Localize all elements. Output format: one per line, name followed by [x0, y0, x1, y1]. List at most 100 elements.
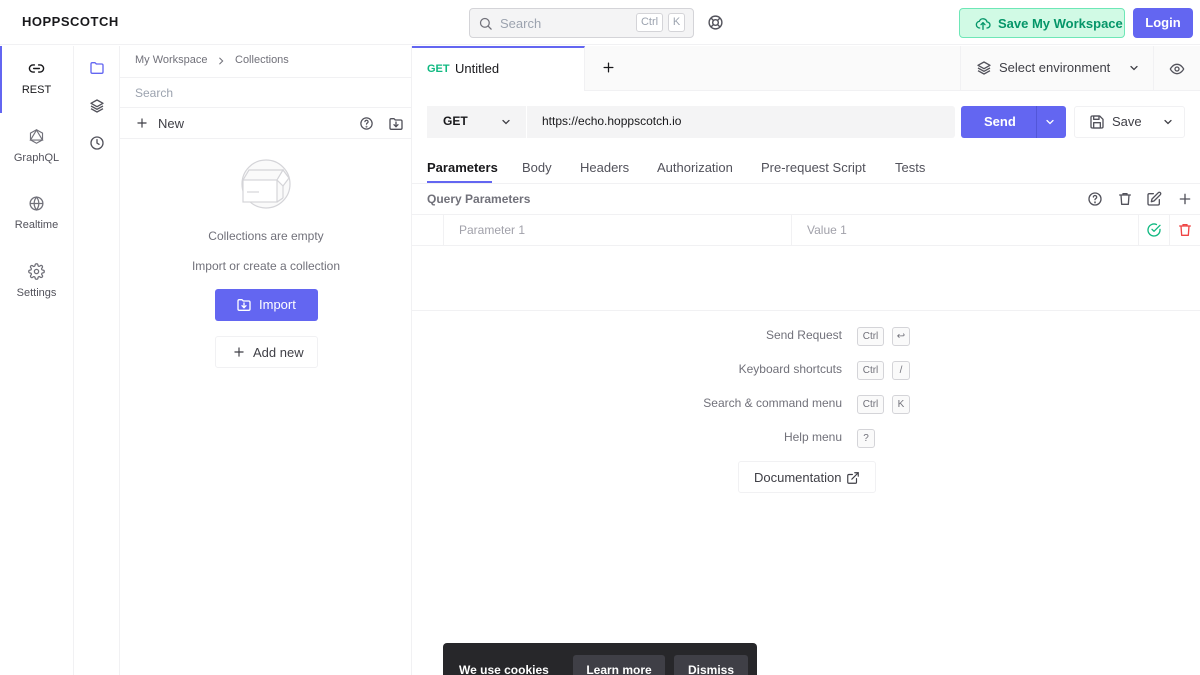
check-circle-icon	[1146, 222, 1162, 238]
environment-select[interactable]: Select environment	[960, 46, 1154, 91]
save-workspace-label: Save My Workspace	[998, 16, 1123, 31]
kbd-ctrl: Ctrl	[636, 13, 663, 32]
cookie-banner: We use cookies Learn more Dismiss	[443, 643, 757, 675]
kbd-ctrl: Ctrl	[857, 361, 884, 380]
chevron-down-icon[interactable]	[1162, 116, 1174, 128]
request-workspace: GET Untitled Select environment GET http…	[412, 46, 1200, 675]
query-params-title: Query Parameters	[427, 192, 531, 206]
plus-icon[interactable]	[1177, 191, 1193, 207]
plus-icon[interactable]	[135, 116, 149, 130]
lifebuoy-icon[interactable]	[707, 14, 724, 31]
folder-import-icon	[236, 297, 252, 313]
tab-headers[interactable]: Headers	[580, 160, 629, 175]
layers-icon[interactable]	[89, 98, 105, 114]
nav-label-settings: Settings	[16, 287, 57, 299]
param-key-input[interactable]: Parameter 1	[443, 215, 791, 246]
tab-tests[interactable]: Tests	[895, 160, 925, 175]
app-header: HOPPSCOTCH Search Ctrl K Save My Workspa…	[0, 0, 1200, 45]
collections-search-input[interactable]: Search	[120, 77, 412, 108]
help-icon[interactable]	[359, 116, 374, 131]
request-tab-method: GET	[427, 63, 450, 75]
request-tab[interactable]: GET Untitled	[412, 46, 585, 91]
chevron-down-icon	[500, 116, 512, 128]
link-icon	[28, 60, 45, 77]
add-new-button[interactable]: Add new	[215, 336, 318, 368]
global-search[interactable]: Search Ctrl K	[469, 8, 694, 38]
collections-toolbar: New	[120, 108, 412, 139]
external-link-icon	[846, 471, 860, 485]
add-tab-icon[interactable]	[601, 60, 616, 75]
query-params-header: Query Parameters	[412, 184, 1200, 215]
method-label: GET	[443, 114, 468, 128]
plus-icon	[232, 345, 246, 359]
param-value-input[interactable]: Value 1	[791, 215, 1138, 246]
send-label: Send	[984, 114, 1016, 129]
tab-authorization[interactable]: Authorization	[657, 160, 733, 175]
trash-icon[interactable]	[1117, 191, 1133, 207]
save-request-button[interactable]: Save	[1074, 106, 1185, 138]
breadcrumb-workspace[interactable]: My Workspace	[135, 54, 208, 66]
app-brand[interactable]: HOPPSCOTCH	[22, 14, 119, 29]
nav-item-rest[interactable]: REST	[0, 46, 73, 113]
kbd-ctrl: Ctrl	[857, 327, 884, 346]
new-collection-button[interactable]: New	[158, 116, 184, 131]
method-select[interactable]: GET	[427, 106, 527, 138]
tab-body[interactable]: Body	[522, 160, 552, 175]
tab-pre-request-script[interactable]: Pre-request Script	[761, 160, 866, 175]
url-input[interactable]: https://echo.hoppscotch.io	[542, 114, 681, 128]
search-icon	[478, 16, 493, 31]
collections-panel: My Workspace Collections Search New Coll…	[120, 46, 412, 675]
param-enabled-toggle[interactable]	[1138, 215, 1169, 246]
shortcut-send-request-label: Send Request	[765, 328, 842, 342]
learn-more-button[interactable]: Learn more	[573, 655, 665, 675]
active-tab-indicator	[427, 181, 492, 183]
kbd-k: K	[668, 13, 685, 32]
save-label: Save	[1112, 114, 1142, 129]
nav-item-graphql[interactable]: GraphQL	[0, 114, 73, 181]
clock-icon[interactable]	[89, 135, 105, 151]
documentation-button[interactable]: Documentation	[738, 461, 876, 493]
save-icon	[1089, 114, 1105, 130]
cloud-upload-icon	[975, 16, 991, 32]
kbd-slash: /	[892, 361, 910, 380]
param-delete-button[interactable]	[1169, 215, 1200, 246]
add-new-label: Add new	[253, 345, 304, 360]
primary-nav: REST GraphQL Realtime Settings	[0, 46, 74, 675]
param-key-placeholder: Parameter 1	[459, 223, 526, 237]
login-button[interactable]: Login	[1133, 8, 1193, 38]
tab-parameters[interactable]: Parameters	[427, 160, 498, 175]
gear-icon	[28, 263, 45, 280]
documentation-label: Documentation	[754, 470, 842, 485]
eye-icon[interactable]	[1169, 61, 1185, 77]
chevron-down-icon	[1128, 62, 1140, 74]
shortcut-search-label: Search & command menu	[703, 396, 842, 410]
send-button[interactable]: Send	[961, 106, 1066, 138]
breadcrumb-collections[interactable]: Collections	[235, 54, 289, 66]
chevron-down-icon[interactable]	[1044, 116, 1056, 128]
search-placeholder: Search	[500, 16, 542, 31]
help-icon[interactable]	[1087, 191, 1103, 207]
nav-label-rest: REST	[21, 84, 52, 96]
layers-icon	[976, 60, 992, 76]
dismiss-button[interactable]: Dismiss	[674, 655, 748, 675]
active-indicator	[0, 46, 2, 113]
collections-search-placeholder: Search	[135, 86, 174, 100]
import-button[interactable]: Import	[215, 289, 318, 321]
kbd-enter: ↩	[892, 327, 910, 346]
edit-icon[interactable]	[1146, 191, 1162, 207]
environment-label: Select environment	[999, 60, 1111, 75]
kbd-question: ?	[857, 429, 875, 448]
folder-icon[interactable]	[89, 60, 105, 76]
kbd-k: K	[892, 395, 910, 414]
param-value-placeholder: Value 1	[807, 223, 847, 237]
chevron-right-icon	[216, 55, 226, 67]
query-param-row: Parameter 1 Value 1	[412, 215, 1200, 246]
import-label: Import	[259, 297, 296, 312]
folder-import-icon[interactable]	[388, 116, 404, 132]
nav-item-realtime[interactable]: Realtime	[0, 181, 73, 248]
save-workspace-button[interactable]: Save My Workspace	[959, 8, 1125, 38]
empty-subtitle: Import or create a collection	[191, 259, 341, 273]
send-divider	[1036, 106, 1037, 138]
nav-item-settings[interactable]: Settings	[0, 249, 73, 316]
secondary-nav	[74, 46, 120, 675]
